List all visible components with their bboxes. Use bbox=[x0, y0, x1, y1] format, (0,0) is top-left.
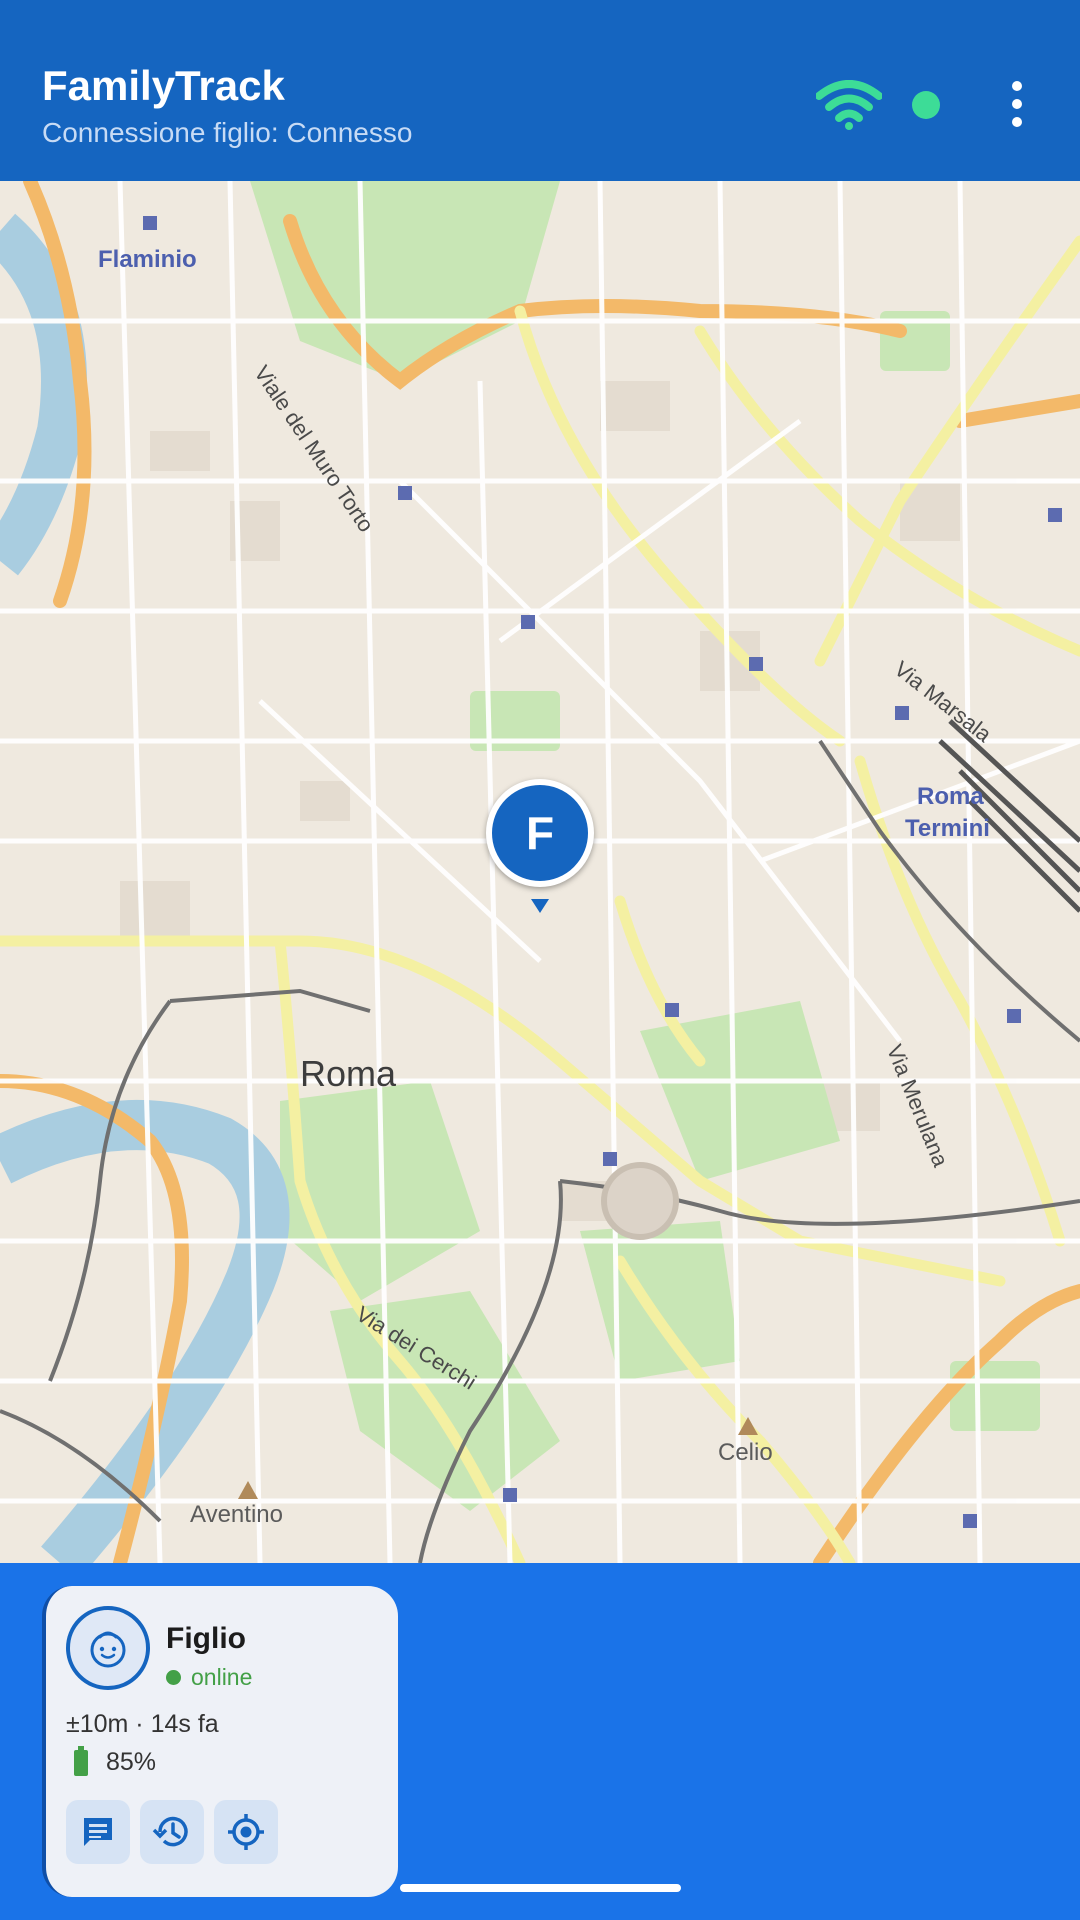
message-icon bbox=[84, 1818, 112, 1846]
wifi-icon bbox=[816, 80, 882, 130]
battery-status: 85% bbox=[66, 1745, 157, 1777]
map-label-flaminio: Flaminio bbox=[98, 246, 197, 273]
card-actions bbox=[66, 1800, 278, 1864]
battery-text: 85% bbox=[106, 1748, 157, 1776]
app-title: FamilyTrack bbox=[42, 62, 285, 109]
location-accuracy-text: ±10m · 14s fa bbox=[66, 1710, 219, 1738]
map-label-celio: Celio bbox=[718, 1439, 773, 1466]
app-bar: FamilyTrack Connessione figlio: Connesso bbox=[0, 0, 1080, 181]
connection-status-text: Connessione figlio: Connesso bbox=[42, 117, 413, 148]
child-name: Figlio bbox=[166, 1622, 246, 1655]
marker-pointer-icon bbox=[531, 899, 549, 913]
child-online-status: online bbox=[166, 1664, 252, 1691]
history-button[interactable] bbox=[140, 1800, 204, 1864]
child-location-marker[interactable]: F bbox=[486, 779, 594, 887]
battery-icon bbox=[74, 1745, 88, 1776]
more-vert-icon[interactable] bbox=[1000, 80, 1034, 130]
message-button[interactable] bbox=[66, 1800, 130, 1864]
sheet-drag-handle[interactable] bbox=[400, 1884, 681, 1892]
map-label-aventino: Aventino bbox=[190, 1501, 283, 1528]
locate-icon bbox=[228, 1814, 264, 1850]
map-view[interactable]: Flaminio Viale del Muro Torto Via Marsal… bbox=[0, 181, 1080, 1563]
child-face-icon bbox=[66, 1606, 150, 1690]
map-label-roma-termini-2: Termini bbox=[905, 815, 990, 842]
map-label-roma-termini-1: Roma bbox=[917, 783, 984, 810]
online-dot-icon bbox=[166, 1670, 181, 1685]
locate-button[interactable] bbox=[214, 1800, 278, 1864]
history-icon bbox=[152, 1816, 188, 1847]
map-label-roma: Roma bbox=[300, 1053, 397, 1094]
online-status-dot bbox=[912, 91, 940, 119]
status-text: online bbox=[191, 1664, 253, 1690]
child-info-card[interactable]: Figlio online ±10m · 14s fa 85% bbox=[42, 1586, 398, 1897]
